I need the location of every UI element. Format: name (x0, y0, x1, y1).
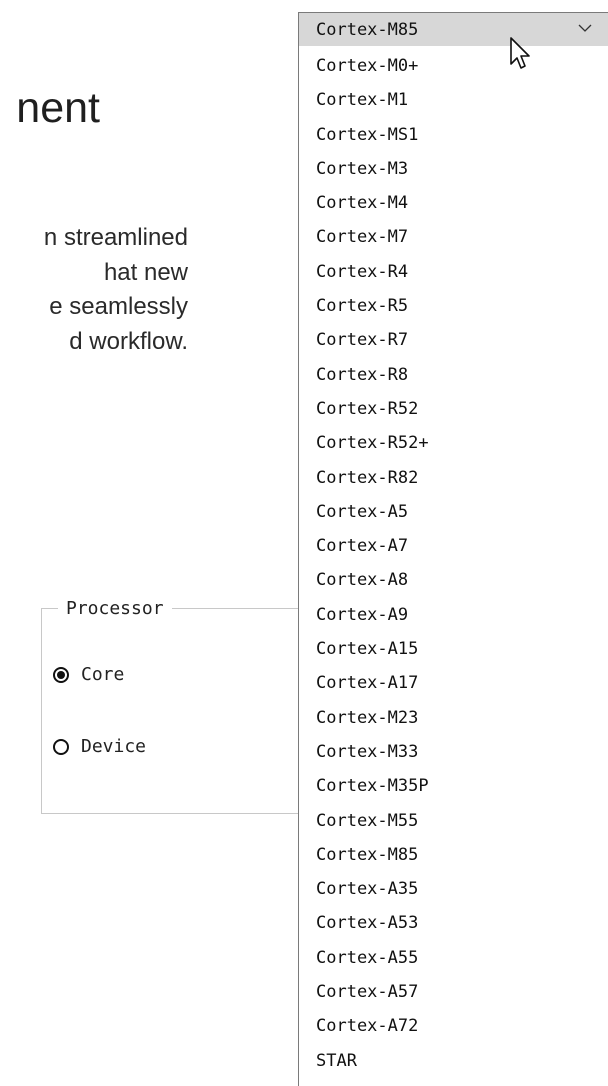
dropdown-option[interactable]: Cortex-M7 (299, 220, 608, 254)
dropdown-option[interactable]: Cortex-R52+ (299, 426, 608, 460)
dropdown-option[interactable]: Cortex-A57 (299, 975, 608, 1009)
description-line: n streamlined (43, 224, 188, 251)
dropdown-option[interactable]: Cortex-M85 (299, 838, 608, 872)
dropdown-option[interactable]: Cortex-M33 (299, 735, 608, 769)
radio-core-label: Core (81, 664, 125, 685)
description-line: d workflow. (69, 327, 188, 355)
dropdown-option[interactable]: Cortex-A7 (299, 529, 608, 563)
dropdown-option[interactable]: Cortex-R8 (299, 358, 608, 392)
dropdown-option[interactable]: STAR (299, 1044, 608, 1078)
dropdown-options: Cortex-M0+ Cortex-M1 Cortex-MS1 Cortex-M… (299, 49, 608, 1078)
dropdown-option[interactable]: Cortex-M0+ (299, 49, 608, 83)
dropdown-option[interactable]: Cortex-M23 (299, 701, 608, 735)
dropdown-option[interactable]: Cortex-A17 (299, 666, 608, 700)
dropdown-selected[interactable]: Cortex-M85 (299, 13, 608, 46)
dropdown-option[interactable]: Cortex-A72 (299, 1009, 608, 1043)
dropdown-option[interactable]: Cortex-M55 (299, 804, 608, 838)
dropdown-option[interactable]: Cortex-R82 (299, 461, 608, 495)
dropdown-option[interactable]: Cortex-R7 (299, 323, 608, 357)
dropdown-option[interactable]: Cortex-M4 (299, 186, 608, 220)
page-description: n streamlined hat new e seamlessly d wor… (0, 221, 298, 359)
dropdown-option[interactable]: Cortex-R5 (299, 289, 608, 323)
description-line: hat new (103, 258, 188, 286)
mouse-cursor-icon (510, 37, 530, 69)
radio-unchecked-icon[interactable] (53, 738, 69, 755)
dropdown-option[interactable]: Cortex-MS1 (299, 118, 608, 152)
page-heading: nent (0, 80, 298, 136)
radio-device[interactable]: Device (53, 736, 146, 757)
dropdown-option[interactable]: Cortex-A9 (299, 598, 608, 632)
processor-groupbox (41, 608, 341, 814)
processor-legend: Processor (58, 598, 172, 620)
dropdown-option[interactable]: Cortex-A8 (299, 563, 608, 597)
chevron-down-icon[interactable] (578, 21, 592, 35)
radio-device-label: Device (81, 736, 147, 757)
dropdown-option[interactable]: Cortex-M1 (299, 83, 608, 117)
dropdown-option[interactable]: Cortex-A35 (299, 872, 608, 906)
dropdown-option[interactable]: Cortex-A5 (299, 495, 608, 529)
dropdown-option[interactable]: Cortex-R52 (299, 392, 608, 426)
dropdown-option[interactable]: Cortex-R4 (299, 255, 608, 289)
dropdown-option[interactable]: Cortex-A15 (299, 632, 608, 666)
page: nent n streamlined hat new e seamlessly … (0, 0, 608, 1086)
dropdown-selected-value: Cortex-M85 (316, 19, 419, 40)
processor-dropdown[interactable]: Cortex-M85 Cortex-M0+ Cortex-M1 Cortex-M… (298, 12, 608, 1086)
dropdown-option[interactable]: Cortex-M35P (299, 769, 608, 803)
description-line: e seamlessly (49, 293, 188, 320)
dropdown-option[interactable]: Cortex-A53 (299, 906, 608, 940)
dropdown-option[interactable]: Cortex-A55 (299, 941, 608, 975)
dropdown-option[interactable]: Cortex-M3 (299, 152, 608, 186)
page-heading-text: nent (16, 84, 100, 132)
radio-core[interactable]: Core (53, 664, 124, 685)
radio-checked-icon[interactable] (53, 666, 69, 683)
